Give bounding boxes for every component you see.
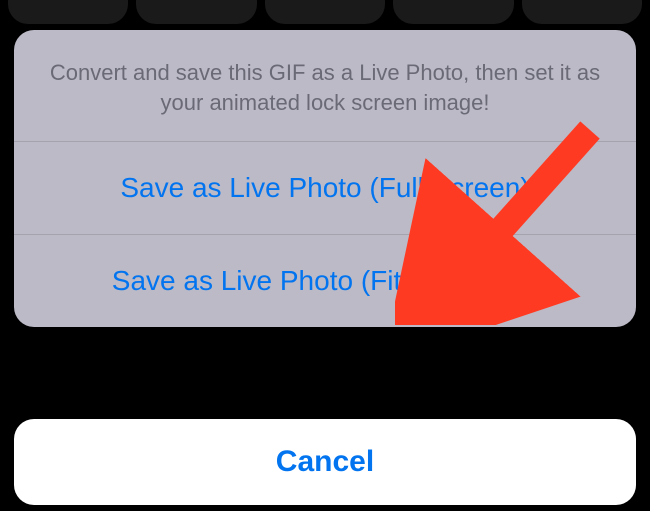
cancel-button[interactable]: Cancel bbox=[14, 419, 636, 505]
option-label: Save as Live Photo (Full Screen) bbox=[46, 172, 604, 204]
tab-segment bbox=[393, 0, 513, 24]
option-label: Save as Live Photo (Fit to Screen) bbox=[46, 265, 604, 297]
cancel-label: Cancel bbox=[46, 445, 604, 479]
action-sheet-header: Convert and save this GIF as a Live Phot… bbox=[14, 30, 636, 142]
tab-segment bbox=[8, 0, 128, 24]
save-fit-to-screen-option[interactable]: Save as Live Photo (Fit to Screen) bbox=[14, 235, 636, 327]
action-sheet: Convert and save this GIF as a Live Phot… bbox=[14, 30, 636, 327]
tab-segment bbox=[136, 0, 256, 24]
tab-segment bbox=[522, 0, 642, 24]
save-full-screen-option[interactable]: Save as Live Photo (Full Screen) bbox=[14, 142, 636, 235]
tab-segment bbox=[265, 0, 385, 24]
top-tab-bar bbox=[0, 0, 650, 24]
action-sheet-description: Convert and save this GIF as a Live Phot… bbox=[46, 58, 604, 117]
